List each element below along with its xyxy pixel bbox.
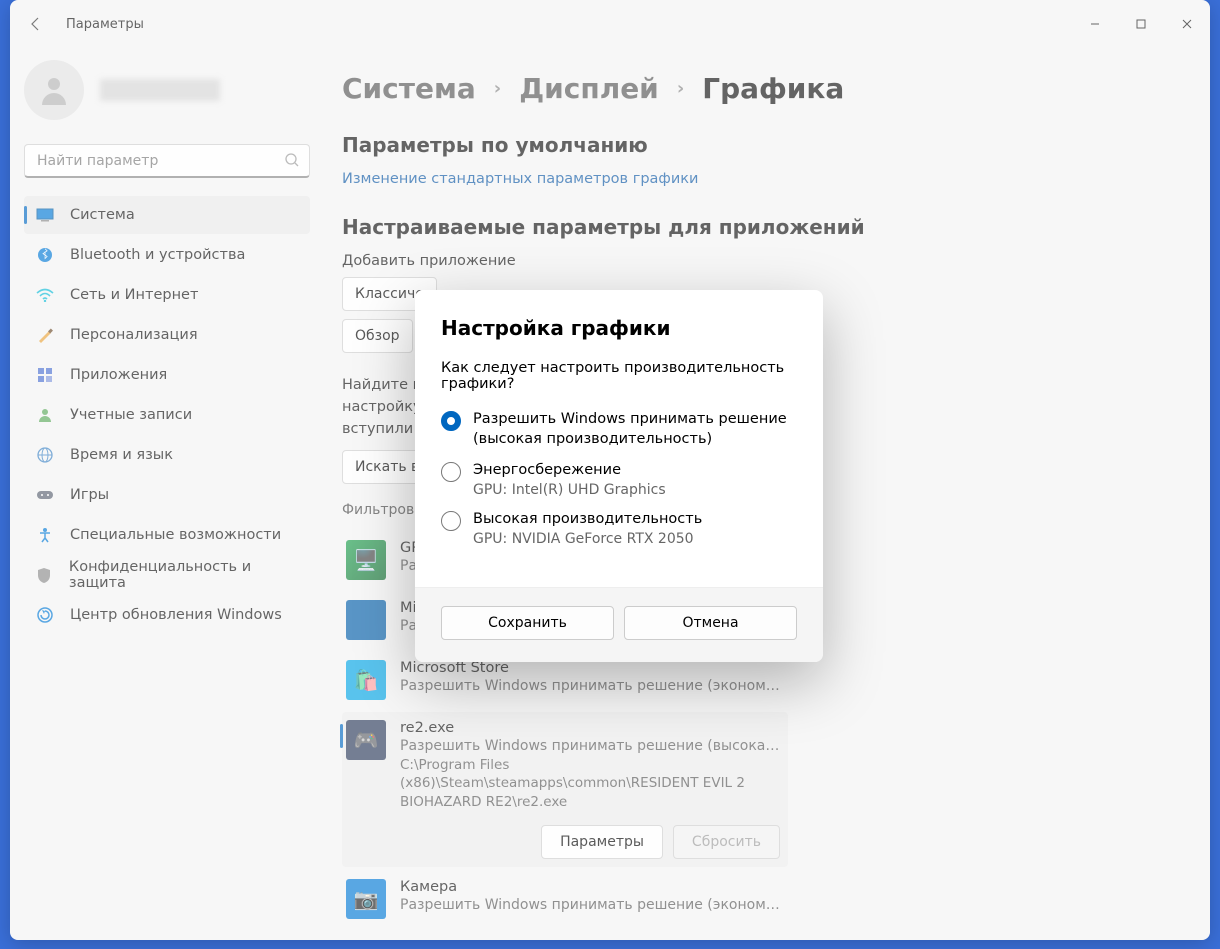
radio-icon (441, 411, 461, 431)
radio-power-saving[interactable]: Энергосбережение (441, 461, 797, 482)
save-button[interactable]: Сохранить (441, 606, 614, 640)
dialog-title: Настройка графики (441, 316, 797, 340)
settings-window: Параметры (10, 0, 1210, 940)
cancel-button[interactable]: Отмена (624, 606, 797, 640)
gpu-info: GPU: Intel(R) UHD Graphics (473, 482, 797, 498)
radio-icon (441, 462, 461, 482)
radio-high-performance[interactable]: Высокая производительность (441, 510, 797, 531)
dialog-question: Как следует настроить производительность… (441, 360, 797, 392)
radio-group: Разрешить Windows принимать решение (выс… (441, 410, 797, 547)
gpu-info: GPU: NVIDIA GeForce RTX 2050 (473, 531, 797, 547)
radio-label: Разрешить Windows принимать решение (выс… (473, 410, 797, 449)
radio-label: Энергосбережение (473, 461, 621, 481)
radio-label: Высокая производительность (473, 510, 702, 530)
graphics-settings-dialog: Настройка графики Как следует настроить … (415, 290, 823, 662)
radio-icon (441, 511, 461, 531)
radio-let-windows-decide[interactable]: Разрешить Windows принимать решение (выс… (441, 410, 797, 449)
